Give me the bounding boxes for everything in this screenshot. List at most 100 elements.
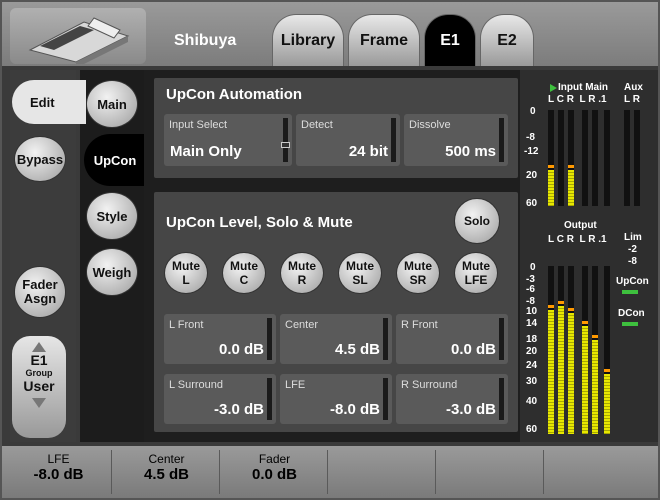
meter-bar — [568, 110, 574, 206]
mute-label: Mute — [230, 259, 258, 273]
meter-bar — [568, 266, 574, 434]
up-arrow-icon[interactable] — [32, 342, 46, 352]
lim-label: Lim — [624, 232, 642, 243]
group-selector[interactable]: E1 Group User — [12, 336, 66, 438]
detect-label: Detect — [301, 119, 333, 131]
meter-panel: Input Main Aux L C R L R .1 L R 0 -8 -12… — [520, 70, 658, 442]
meter-peak — [558, 301, 564, 305]
detect-scroll[interactable] — [391, 118, 396, 162]
device-logo — [10, 8, 146, 68]
tab-frame[interactable]: Frame — [348, 14, 420, 66]
scale-label: 0 — [530, 106, 536, 117]
lim-value: -2 — [628, 244, 637, 255]
mute-channel: L — [182, 273, 190, 287]
lfe-scroll[interactable] — [383, 378, 388, 420]
bottom-cell-fader[interactable]: Fader 0.0 dB — [222, 450, 328, 494]
mute-label: Mute — [404, 259, 432, 273]
output-meter-title: Output — [564, 220, 597, 231]
meter-fill — [558, 306, 564, 434]
meter-fill — [582, 326, 588, 434]
center-scroll[interactable] — [383, 318, 388, 360]
group-caption: Group — [25, 368, 53, 378]
l-surround-label: L Surround — [169, 379, 224, 391]
subnav-upcon[interactable]: UpCon — [84, 134, 146, 186]
nav-fader-asgn[interactable]: Fader Asgn — [14, 266, 66, 318]
center-field[interactable]: Center 4.5 dB — [280, 314, 392, 364]
l-front-scroll[interactable] — [267, 318, 272, 360]
input-select-field[interactable]: Input Select Main Only — [164, 114, 292, 166]
mute-l-button[interactable]: Mute L — [164, 252, 208, 294]
mute-sr-button[interactable]: Mute SR — [396, 252, 440, 294]
bottom-cell-label: LFE — [47, 452, 70, 466]
meter-fill — [604, 373, 610, 434]
meter-bar — [604, 110, 610, 206]
solo-button[interactable]: Solo — [454, 198, 500, 244]
bottom-cell-lfe[interactable]: LFE -8.0 dB — [6, 450, 112, 494]
subnav-main[interactable]: Main — [86, 80, 138, 128]
mute-label: Mute — [346, 259, 374, 273]
down-arrow-icon[interactable] — [32, 398, 46, 408]
mute-channel: R — [297, 273, 307, 287]
dissolve-label: Dissolve — [409, 119, 451, 131]
tab-e1[interactable]: E1 — [424, 14, 476, 66]
level-section: UpCon Level, Solo & Mute Solo Mute L Mut… — [154, 192, 518, 432]
r-front-scroll[interactable] — [499, 318, 504, 360]
automation-section: UpCon Automation Input Select Main Only … — [154, 78, 518, 178]
r-surround-scroll[interactable] — [499, 378, 504, 420]
r-surround-field[interactable]: R Surround -3.0 dB — [396, 374, 508, 424]
l-surround-field[interactable]: L Surround -3.0 dB — [164, 374, 276, 424]
input-channel-labels: L C R L R .1 — [548, 94, 607, 105]
l-front-field[interactable]: L Front 0.0 dB — [164, 314, 276, 364]
bottom-cell-center[interactable]: Center 4.5 dB — [114, 450, 220, 494]
scale-label: 60 — [526, 424, 538, 435]
input-meter-title: Input Main — [558, 82, 608, 93]
mute-channel: LFE — [464, 273, 488, 287]
mute-lfe-button[interactable]: Mute LFE — [454, 252, 498, 294]
dissolve-field[interactable]: Dissolve 500 ms — [404, 114, 508, 166]
dissolve-scroll[interactable] — [499, 118, 504, 162]
scale-label: 14 — [526, 318, 538, 329]
meter-peak — [582, 321, 588, 325]
bottom-cell-empty[interactable] — [438, 450, 544, 494]
mute-sl-button[interactable]: Mute SL — [338, 252, 382, 294]
lfe-value: -8.0 dB — [329, 401, 380, 418]
dcon-led — [622, 322, 638, 326]
scale-label: 18 — [526, 334, 538, 345]
mute-channel: C — [239, 273, 249, 287]
mute-c-button[interactable]: Mute C — [222, 252, 266, 294]
bottom-cell-empty[interactable] — [330, 450, 436, 494]
input-select-scroll[interactable] — [281, 118, 290, 162]
upcon-led — [622, 290, 638, 294]
scale-label: 30 — [526, 376, 538, 387]
mute-r-button[interactable]: Mute R — [280, 252, 324, 294]
scale-label: 0 — [530, 262, 536, 273]
scale-label: 20 — [526, 346, 538, 357]
meter-peak — [548, 164, 554, 168]
r-surround-value: -3.0 dB — [445, 401, 496, 418]
l-front-value: 0.0 dB — [218, 341, 264, 358]
bottom-cell-value: 0.0 dB — [251, 466, 297, 483]
meter-bar — [548, 110, 554, 206]
bottom-cell-empty[interactable] — [546, 450, 652, 494]
input-select-label: Input Select — [169, 119, 228, 131]
subnav-style[interactable]: Style — [86, 192, 138, 240]
app-name: Shibuya — [174, 32, 237, 49]
aux-meter-title: Aux — [624, 82, 643, 93]
meter-peak — [604, 368, 610, 372]
detect-field[interactable]: Detect 24 bit — [296, 114, 400, 166]
scale-label: 60 — [526, 198, 538, 209]
scale-label: 24 — [526, 360, 538, 371]
tab-library[interactable]: Library — [272, 14, 344, 66]
meter-fill — [548, 169, 554, 206]
center-value: 4.5 dB — [334, 341, 380, 358]
tab-e2[interactable]: E2 — [480, 14, 534, 66]
nav-edit[interactable]: Edit — [12, 80, 86, 124]
l-surround-scroll[interactable] — [267, 378, 272, 420]
subnav-weigh[interactable]: Weigh — [86, 248, 138, 296]
r-front-value: 0.0 dB — [450, 341, 496, 358]
scroll-knob[interactable] — [281, 142, 290, 148]
lfe-field[interactable]: LFE -8.0 dB — [280, 374, 392, 424]
meter-fill — [548, 309, 554, 434]
r-front-field[interactable]: R Front 0.0 dB — [396, 314, 508, 364]
nav-bypass[interactable]: Bypass — [14, 136, 66, 182]
